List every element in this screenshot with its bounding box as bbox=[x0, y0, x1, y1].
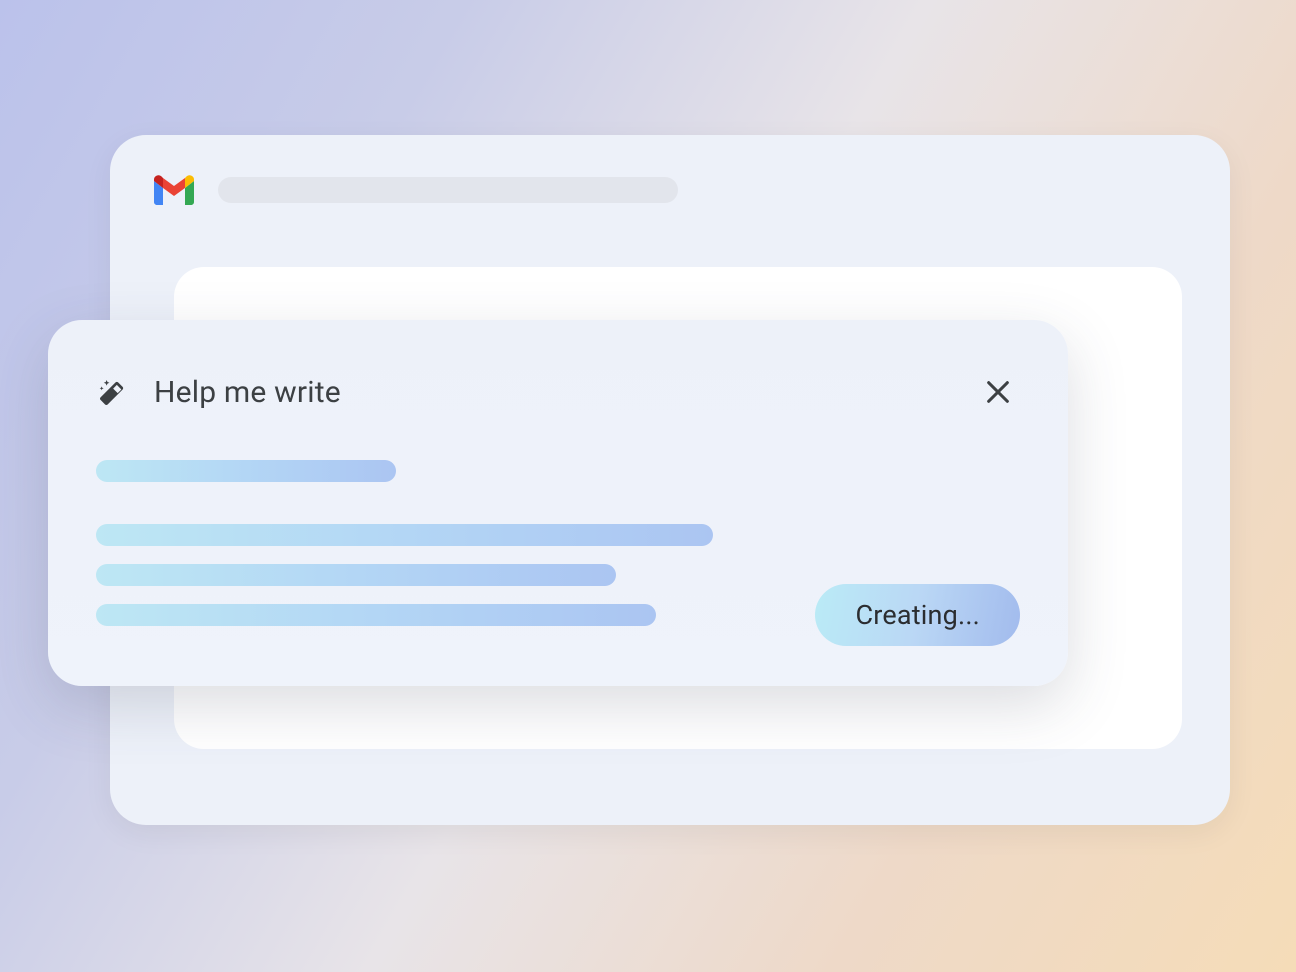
close-button[interactable] bbox=[976, 370, 1020, 414]
help-me-write-panel: Help me write Creating... bbox=[48, 320, 1068, 686]
gmail-logo-icon bbox=[154, 175, 194, 205]
panel-title-group: Help me write bbox=[96, 375, 341, 410]
gmail-header bbox=[110, 135, 1230, 205]
panel-header: Help me write bbox=[96, 370, 1020, 414]
close-icon bbox=[984, 378, 1012, 406]
panel-title: Help me write bbox=[154, 375, 341, 410]
skeleton-line bbox=[96, 564, 616, 586]
skeleton-line bbox=[96, 524, 713, 546]
skeleton-line bbox=[96, 460, 396, 482]
skeleton-line bbox=[96, 604, 656, 626]
creating-status-button: Creating... bbox=[815, 584, 1020, 646]
search-bar-placeholder[interactable] bbox=[218, 177, 678, 203]
magic-wand-icon bbox=[96, 375, 130, 409]
